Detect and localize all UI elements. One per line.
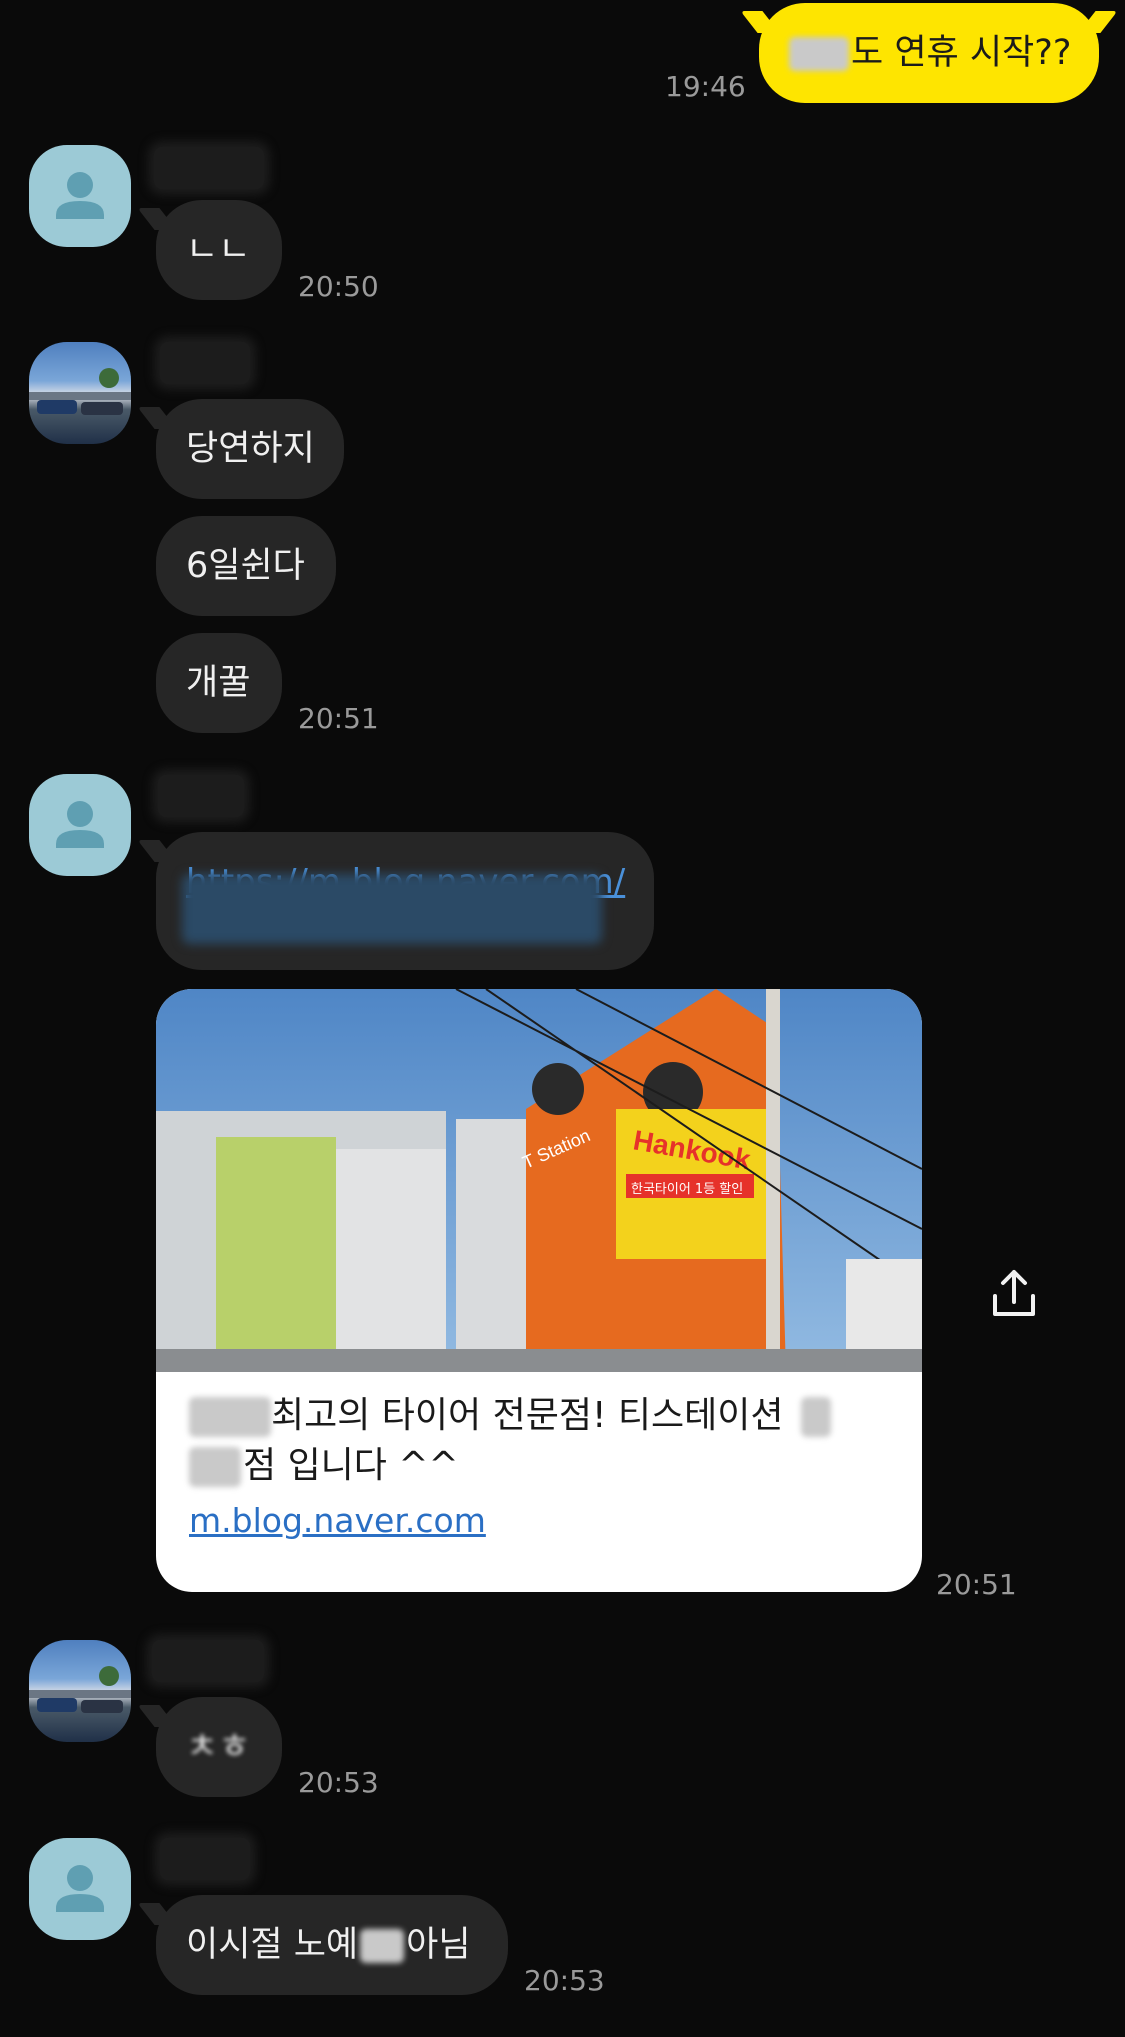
redacted-url: [182, 874, 602, 944]
person-icon: [56, 1865, 104, 1912]
image-banner-sub-text: 한국타이어 1등 할인: [631, 1182, 743, 1197]
message-text: 도 연휴 시작??: [851, 33, 1072, 73]
message-bubble[interactable]: ㅊㅎ: [156, 1697, 282, 1797]
sender-name-redacted: [158, 775, 244, 817]
sender-avatar[interactable]: [29, 774, 131, 876]
share-icon[interactable]: [979, 1258, 1049, 1328]
message-text: 아님: [406, 1925, 471, 1965]
profile-photo: [29, 1666, 131, 1713]
sender-avatar[interactable]: [29, 1838, 131, 1940]
person-icon: [56, 172, 104, 219]
sender-avatar[interactable]: [29, 145, 131, 247]
person-icon: [56, 801, 104, 848]
profile-photo: [29, 368, 131, 415]
message-text: ㄴㄴ: [186, 230, 251, 270]
message-text: ㅊㅎ: [186, 1727, 251, 1767]
link-preview-card[interactable]: T Station Hankook 한국타이어 1등 할인 최고의 타이어 전문…: [156, 989, 922, 1592]
message-time: 20:53: [524, 1964, 605, 1997]
sender-name-redacted: [154, 147, 264, 189]
message-time: 20:53: [298, 1766, 379, 1799]
message-text: 이시절 노예: [186, 1925, 359, 1965]
message-bubble[interactable]: ㄴㄴ: [156, 200, 282, 300]
message-bubble[interactable]: 이시절 노예 아님: [156, 1895, 508, 1995]
message-text: 개꿀: [186, 663, 251, 703]
chat-screen: 19:46 도 연휴 시작?? ㄴㄴ 20:50 당연하지 6일쉰다 개꿀 20…: [0, 0, 1125, 2037]
message-text: 6일쉰다: [186, 546, 305, 586]
sender-avatar[interactable]: [29, 342, 131, 444]
message-time: 20:51: [936, 1568, 1017, 1601]
sender-name-redacted: [160, 342, 250, 384]
message-time: 20:51: [298, 702, 379, 735]
sender-name-redacted: [160, 1838, 250, 1880]
sender-name-redacted: [152, 1640, 264, 1682]
link-preview-image: T Station Hankook 한국타이어 1등 할인: [156, 989, 922, 1372]
card-domain-link[interactable]: m.blog.naver.com: [189, 1501, 486, 1540]
message-bubble[interactable]: 개꿀: [156, 633, 282, 733]
link-message-bubble[interactable]: https://m.blog.naver.com/: [156, 832, 654, 970]
message-text: 당연하지: [186, 429, 315, 469]
redacted-text: [789, 37, 849, 71]
redacted-text: [800, 1397, 831, 1437]
message-bubble[interactable]: 6일쉰다: [156, 516, 336, 616]
message-time: 20:50: [298, 270, 379, 303]
message-time: 19:46: [665, 70, 746, 103]
card-title: 최고의 타이어 전문점! 티스테이션 점 입니다 ^^: [189, 1391, 899, 1491]
message-bubble[interactable]: 당연하지: [156, 399, 344, 499]
sender-avatar[interactable]: [29, 1640, 131, 1742]
redacted-text: [189, 1397, 271, 1437]
redacted-text: [189, 1447, 241, 1487]
my-message-bubble[interactable]: 도 연휴 시작??: [759, 3, 1099, 103]
redacted-text: [360, 1929, 405, 1963]
